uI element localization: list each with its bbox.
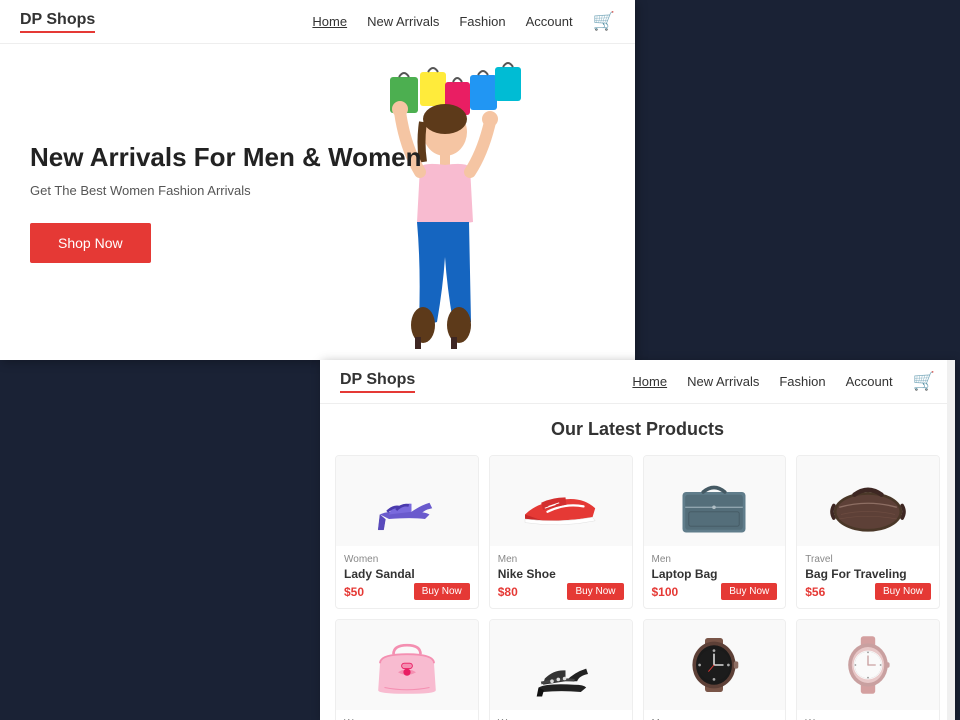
bottom-nav-links: Home New Arrivals Fashion Account 🛒 [632,371,935,392]
product-footer-nike-shoe: $80 Buy Now [498,583,624,600]
travel-bag-svg [823,465,913,537]
top-nav-links: Home New Arrivals Fashion Account 🛒 [312,11,615,32]
hero-title: New Arrivals For Men & Women [30,142,422,173]
buy-button-laptop-bag[interactable]: Buy Now [721,583,777,600]
product-category-lady-sandal: Women [344,554,470,565]
products-grid-row1: Women Lady Sandal $50 Buy Now [335,455,940,609]
bottom-window: DP Shops Home New Arrivals Fashion Accou… [320,360,955,720]
product-image-laptop-bag [644,456,786,546]
product-image-travel-bag [797,456,939,546]
product-image-nike-shoe [490,456,632,546]
product-info-ladies-watch: Women Ladies Watch [797,710,939,720]
bottom-navbar: DP Shops Home New Arrivals Fashion Accou… [320,360,955,404]
product-name-nike-shoe: Nike Shoe [498,567,624,581]
lady-sandal-svg [362,465,452,537]
product-info-travel-bag: Travel Bag For Traveling $56 Buy Now [797,546,939,608]
product-name-lady-sandal: Lady Sandal [344,567,470,581]
cart-icon-bottom[interactable]: 🛒 [913,371,935,391]
product-image-smart-watch [644,620,786,710]
top-window: DP Shops Home New Arrivals Fashion Accou… [0,0,635,360]
product-name-laptop-bag: Laptop Bag [652,567,778,581]
hero-subtitle: Get The Best Women Fashion Arrivals [30,183,422,198]
high-heels-svg [516,629,606,701]
product-info-lady-sandal: Women Lady Sandal $50 Buy Now [336,546,478,608]
buy-button-lady-sandal[interactable]: Buy Now [414,583,470,600]
product-footer-lady-sandal: $50 Buy Now [344,583,470,600]
product-info-pink-handbag: Women Pink Handbag [336,710,478,720]
products-grid-row2: Women Pink Handbag [335,619,940,720]
product-footer-laptop-bag: $100 Buy Now [652,583,778,600]
ladies-watch-svg [823,629,913,701]
product-image-lady-sandal [336,456,478,546]
product-name-travel-bag: Bag For Traveling [805,567,931,581]
product-card-nike-shoe: Men Nike Shoe $80 Buy Now [489,455,633,609]
product-footer-travel-bag: $56 Buy Now [805,583,931,600]
products-section: Our Latest Products [320,404,955,720]
nav-fashion-bottom[interactable]: Fashion [779,374,825,389]
buy-button-travel-bag[interactable]: Buy Now [875,583,931,600]
cart-icon-top[interactable]: 🛒 [593,11,615,31]
product-info-smart-watch: Men Smart Watch [644,710,786,720]
product-card-travel-bag: Travel Bag For Traveling $56 Buy Now [796,455,940,609]
product-price-lady-sandal: $50 [344,585,364,599]
nike-shoe-svg [516,465,606,537]
nav-home-top[interactable]: Home [312,14,347,29]
pink-handbag-svg [362,629,452,701]
buy-button-nike-shoe[interactable]: Buy Now [567,583,623,600]
smart-watch-svg [669,629,759,701]
product-price-nike-shoe: $80 [498,585,518,599]
nav-account-bottom[interactable]: Account [846,374,893,389]
nav-new-arrivals-top[interactable]: New Arrivals [367,14,439,29]
product-image-high-heels [490,620,632,710]
product-price-travel-bag: $56 [805,585,825,599]
bottom-brand[interactable]: DP Shops [340,371,415,393]
nav-home-bottom[interactable]: Home [632,374,667,389]
product-image-ladies-watch [797,620,939,710]
top-navbar: DP Shops Home New Arrivals Fashion Accou… [0,0,635,44]
nav-new-arrivals-bottom[interactable]: New Arrivals [687,374,759,389]
hero-content: New Arrivals For Men & Women Get The Bes… [30,142,422,263]
top-brand[interactable]: DP Shops [20,11,95,33]
shop-now-button[interactable]: Shop Now [30,223,151,263]
laptop-bag-svg [669,465,759,537]
product-card-smart-watch: Men Smart Watch [643,619,787,720]
product-category-nike-shoe: Men [498,554,624,565]
product-info-high-heels: Women High Heels [490,710,632,720]
product-info-nike-shoe: Men Nike Shoe $80 Buy Now [490,546,632,608]
product-info-laptop-bag: Men Laptop Bag $100 Buy Now [644,546,786,608]
product-card-lady-sandal: Women Lady Sandal $50 Buy Now [335,455,479,609]
hero-section: New Arrivals For Men & Women Get The Bes… [0,44,635,360]
product-card-laptop-bag: Men Laptop Bag $100 Buy Now [643,455,787,609]
products-title: Our Latest Products [335,419,940,440]
product-card-high-heels: Women High Heels [489,619,633,720]
nav-fashion-top[interactable]: Fashion [459,14,505,29]
nav-account-top[interactable]: Account [526,14,573,29]
product-price-laptop-bag: $100 [652,585,679,599]
product-card-ladies-watch: Women Ladies Watch [796,619,940,720]
product-category-laptop-bag: Men [652,554,778,565]
product-card-pink-handbag: Women Pink Handbag [335,619,479,720]
product-image-pink-handbag [336,620,478,710]
product-category-travel-bag: Travel [805,554,931,565]
